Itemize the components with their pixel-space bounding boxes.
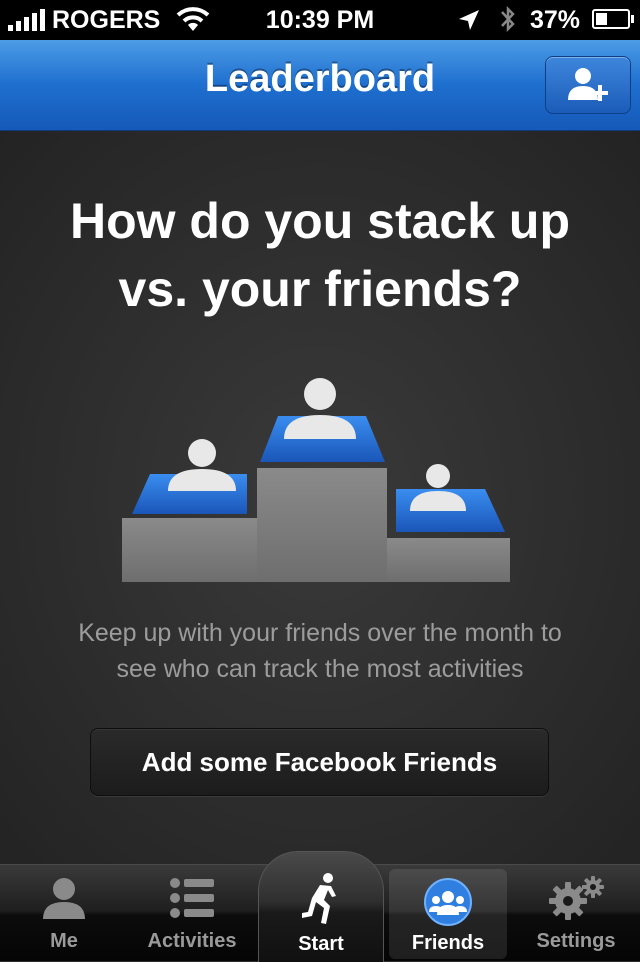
add-facebook-friends-button[interactable]: Add some Facebook Friends [90, 728, 549, 796]
list-icon [170, 878, 214, 918]
tab-bar: Me Activities Start Friends Settings [0, 851, 640, 962]
page-title: Leaderboard [204, 58, 436, 100]
tab-me[interactable]: Me [0, 865, 128, 961]
tab-label: Activities [147, 930, 237, 952]
add-person-icon [568, 68, 608, 101]
podium-illustration [122, 378, 510, 582]
runner-icon [302, 873, 336, 924]
tab-label: Friends [411, 932, 485, 954]
tab-settings[interactable]: Settings [512, 865, 640, 961]
location-arrow-icon [458, 8, 480, 38]
tab-friends[interactable]: Friends [389, 869, 507, 959]
battery-fill [596, 13, 607, 25]
add-friend-button[interactable] [545, 56, 631, 114]
battery-percent: 37% [530, 6, 581, 34]
friends-icon [424, 878, 472, 926]
battery-icon [592, 9, 634, 29]
description-line-2: see who can track the most activities [116, 655, 524, 683]
status-bar: ROGERS 10:39 PM 37% [0, 0, 640, 40]
headline-line-2: vs. your friends? [118, 261, 522, 317]
headline: How do you stack up vs. your friends? [0, 187, 640, 323]
tab-activities[interactable]: Activities [128, 865, 256, 961]
tab-label: Settings [536, 930, 616, 952]
description-line-1: Keep up with your friends over the month… [78, 619, 562, 647]
tab-label: Start [298, 933, 344, 955]
navigation-bar: Leaderboard [0, 40, 640, 131]
tab-start[interactable]: Start [258, 851, 384, 962]
bluetooth-icon [498, 4, 518, 41]
person-icon [43, 878, 85, 919]
tab-label: Me [50, 930, 78, 952]
main-content: How do you stack up vs. your friends? Ke… [0, 131, 640, 864]
gears-icon [549, 876, 604, 920]
headline-line-1: How do you stack up [69, 193, 571, 249]
description-text: Keep up with your friends over the month… [20, 615, 620, 687]
